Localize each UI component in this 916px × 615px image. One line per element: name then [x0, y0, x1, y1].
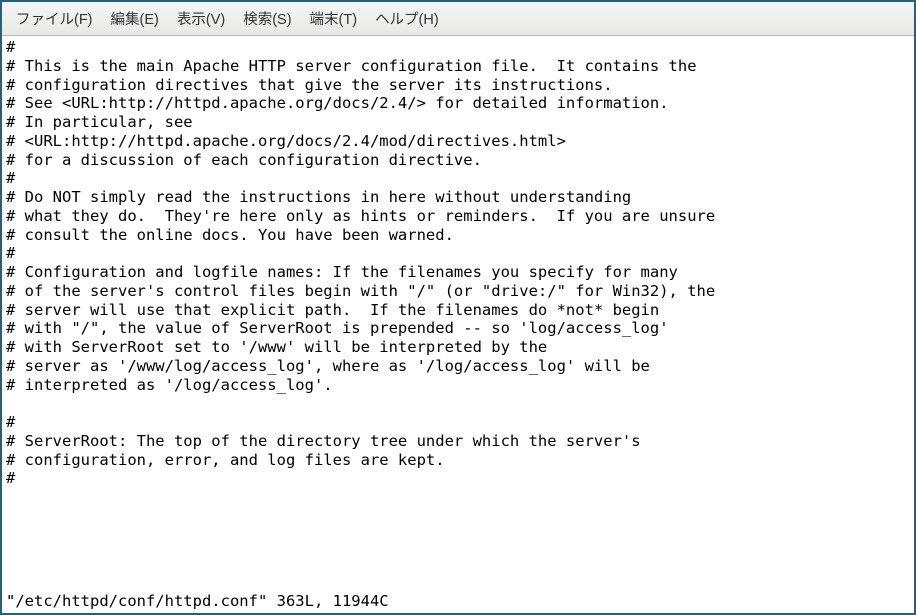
- menu-edit[interactable]: 編集(E): [103, 6, 167, 31]
- menu-search[interactable]: 検索(S): [235, 6, 299, 31]
- menu-help[interactable]: ヘルプ(H): [367, 6, 447, 31]
- vim-status-line: "/etc/httpd/conf/httpd.conf" 363L, 11944…: [6, 592, 910, 611]
- editor-content: # # This is the main Apache HTTP server …: [6, 38, 910, 592]
- menu-file[interactable]: ファイル(F): [8, 6, 101, 31]
- terminal-area[interactable]: # # This is the main Apache HTTP server …: [2, 36, 914, 613]
- menu-terminal[interactable]: 端末(T): [302, 6, 366, 31]
- menu-view[interactable]: 表示(V): [169, 6, 233, 31]
- menubar: ファイル(F) 編集(E) 表示(V) 検索(S) 端末(T) ヘルプ(H): [2, 2, 914, 36]
